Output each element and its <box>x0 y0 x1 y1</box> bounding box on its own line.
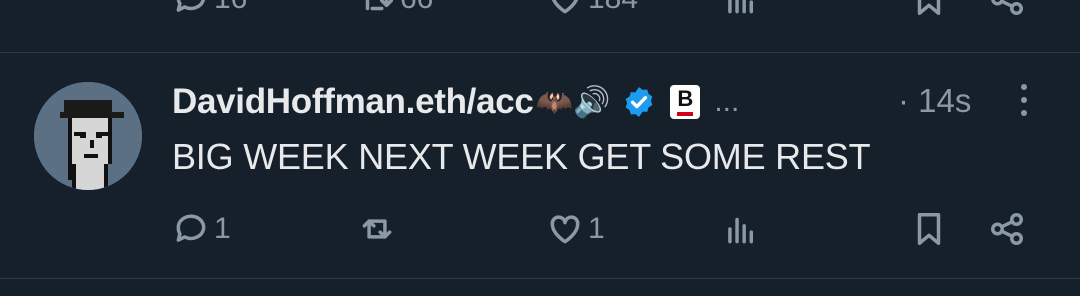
more-options-dot <box>1021 97 1027 103</box>
reply-icon <box>176 0 206 12</box>
affiliation-badge-letter: B <box>677 86 694 111</box>
bookmark-icon <box>917 0 941 15</box>
bookmark-icon <box>917 213 941 245</box>
share-button[interactable] <box>988 210 1026 248</box>
heart-icon <box>551 0 579 14</box>
prev-bookmark-button[interactable] <box>910 0 948 18</box>
affiliation-badge-bar <box>677 112 694 116</box>
prev-retweet-button[interactable]: 66 <box>358 0 433 18</box>
reply-button[interactable]: 1 <box>172 210 231 248</box>
avatar[interactable] <box>34 82 142 190</box>
prev-like-button[interactable]: 184 <box>546 0 638 18</box>
heart-icon <box>550 215 580 244</box>
prev-reply-count: 16 <box>214 0 247 16</box>
analytics-icon <box>728 217 754 244</box>
affiliation-badge[interactable]: B <box>670 85 701 119</box>
verified-badge-icon[interactable] <box>622 85 656 119</box>
prev-share-button[interactable] <box>988 0 1026 18</box>
name-truncation: ... <box>714 85 740 118</box>
retweet-icon <box>365 0 393 11</box>
pixel-punk-avatar-icon <box>34 82 142 190</box>
like-count: 1 <box>588 212 605 245</box>
prev-retweet-count: 66 <box>400 0 433 16</box>
bookmark-button[interactable] <box>910 210 948 248</box>
prev-like-count: 184 <box>588 0 638 16</box>
like-button[interactable]: 1 <box>546 210 605 248</box>
more-options-dot <box>1021 110 1027 116</box>
more-options-icon <box>1021 84 1027 90</box>
previous-tweet-actions: 16 66 184 <box>0 0 1080 20</box>
timestamp[interactable]: · 14s <box>898 82 971 120</box>
display-name[interactable]: DavidHoffman.eth/acc <box>172 82 534 122</box>
tweet[interactable]: DavidHoffman.eth/acc 🦇🔊 B ... · 14s BIG … <box>0 52 1080 280</box>
share-icon <box>991 213 1023 245</box>
more-options-button[interactable] <box>1014 84 1034 124</box>
reply-icon <box>176 214 206 242</box>
retweet-button[interactable] <box>358 210 396 248</box>
name-emojis: 🦇🔊 <box>535 85 611 119</box>
analytics-icon <box>728 0 754 14</box>
reply-count: 1 <box>214 212 231 245</box>
tweet-text: BIG WEEK NEXT WEEK GET SOME REST <box>172 136 871 177</box>
prev-reply-button[interactable]: 16 <box>172 0 247 18</box>
share-icon <box>991 0 1023 15</box>
views-button[interactable] <box>722 210 760 248</box>
tweet-divider-bottom <box>0 278 1080 279</box>
prev-views-button[interactable] <box>722 0 760 18</box>
retweet-icon <box>362 219 392 239</box>
